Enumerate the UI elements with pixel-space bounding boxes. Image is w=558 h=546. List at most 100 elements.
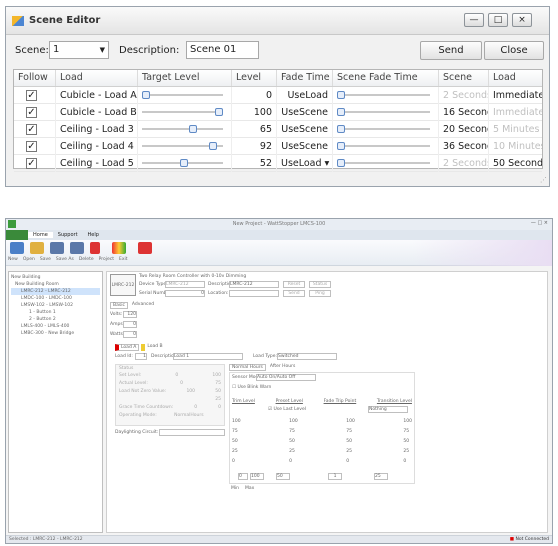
save-button[interactable]: Save bbox=[40, 257, 51, 262]
volts-field[interactable]: 120 bbox=[123, 311, 137, 318]
maximize-button[interactable]: □ bbox=[488, 13, 508, 27]
level-scale[interactable]: 100 75 50 25 0 bbox=[289, 417, 298, 467]
save-as-icon[interactable] bbox=[70, 242, 84, 254]
level-scale[interactable]: 100 75 50 25 0 bbox=[232, 417, 241, 467]
table-row[interactable]: ✓ Ceiling - Load 4 92UseScene 36 Seconds 10 … bbox=[14, 137, 542, 155]
transition-select[interactable]: Nothing bbox=[368, 406, 408, 413]
fade-time-value[interactable]: UseLoad ▾ bbox=[277, 154, 333, 172]
save-as-button[interactable]: Save As bbox=[56, 257, 74, 262]
min-field[interactable]: 0 bbox=[238, 473, 248, 480]
minimize-button[interactable]: — bbox=[464, 13, 484, 27]
fade-time-value[interactable]: UseScene bbox=[277, 137, 333, 155]
scene-fade-slider[interactable] bbox=[333, 120, 439, 138]
tab-home[interactable]: Home bbox=[28, 232, 53, 238]
target-level-slider[interactable] bbox=[138, 137, 232, 155]
col-scene-fade-time[interactable]: Scene Fade Time bbox=[333, 70, 439, 86]
slider-thumb[interactable] bbox=[142, 90, 150, 99]
preset-field[interactable]: 50 bbox=[276, 473, 290, 480]
scene-fade-slider[interactable] bbox=[333, 103, 439, 121]
col-load-delay[interactable]: Load bbox=[489, 70, 542, 86]
tree-item[interactable]: 1 - Button 1 bbox=[11, 309, 100, 316]
slider-thumb[interactable] bbox=[337, 90, 345, 99]
tree-item[interactable]: New Building Room bbox=[11, 281, 100, 288]
level-scale[interactable]: 100 75 50 25 0 bbox=[403, 417, 412, 467]
status-button[interactable]: Status bbox=[309, 281, 331, 288]
blink-warn-checkbox[interactable]: ☐ Use Blink Warn bbox=[232, 385, 271, 390]
exit-button[interactable]: Exit bbox=[119, 257, 128, 262]
open-icon[interactable] bbox=[30, 242, 44, 254]
file-menu-icon[interactable] bbox=[6, 230, 28, 240]
location-field[interactable] bbox=[229, 290, 279, 297]
transition-field[interactable]: 25 bbox=[374, 473, 388, 480]
exit-icon[interactable] bbox=[138, 242, 152, 254]
tree-item[interactable]: LMDC-100 - LMDC-100 bbox=[11, 295, 100, 302]
open-button[interactable]: Open bbox=[23, 257, 35, 262]
target-level-slider[interactable] bbox=[138, 154, 232, 172]
tab-load-a[interactable]: Load A bbox=[115, 344, 140, 351]
send-button[interactable]: Send bbox=[420, 41, 482, 60]
follow-checkbox[interactable]: ✓ bbox=[26, 157, 37, 169]
reset-button[interactable]: Reset bbox=[283, 281, 305, 288]
project-button[interactable]: Project bbox=[99, 257, 114, 262]
tab-load-b[interactable]: Load B bbox=[141, 344, 164, 351]
delete-icon[interactable] bbox=[90, 242, 100, 254]
scene-select[interactable]: 1 ▼ bbox=[49, 41, 109, 59]
tab-after-hours[interactable]: After Hours bbox=[268, 364, 297, 371]
col-level[interactable]: Level bbox=[232, 70, 277, 86]
fade-time-value[interactable]: UseLoad bbox=[277, 86, 333, 104]
follow-checkbox[interactable]: ✓ bbox=[26, 106, 37, 118]
fade-trip-field[interactable]: 1 bbox=[328, 473, 342, 480]
close-button[interactable]: Close bbox=[484, 41, 544, 60]
scene-fade-slider[interactable] bbox=[333, 137, 439, 155]
daylighting-field[interactable] bbox=[159, 429, 225, 436]
col-target-level[interactable]: Target Level bbox=[138, 70, 232, 86]
target-level-slider[interactable] bbox=[138, 120, 232, 138]
tree-item[interactable]: LMSW-102 - LMSW-102 bbox=[11, 302, 100, 309]
slider-thumb[interactable] bbox=[337, 107, 345, 116]
slider-thumb[interactable] bbox=[179, 158, 188, 167]
load-id-field[interactable]: 1 bbox=[135, 353, 147, 360]
follow-checkbox[interactable]: ✓ bbox=[26, 140, 37, 152]
col-fade-time[interactable]: Fade Time bbox=[277, 70, 333, 86]
slider-thumb[interactable] bbox=[337, 141, 345, 150]
watts-field[interactable]: 0 bbox=[123, 331, 137, 338]
fade-time-value[interactable]: UseScene bbox=[277, 103, 333, 121]
slider-thumb[interactable] bbox=[337, 124, 345, 133]
table-row[interactable]: ✓ Ceiling - Load 3 65UseScene 20 Seconds 5 M… bbox=[14, 120, 542, 138]
amps-field[interactable]: 0 bbox=[123, 321, 137, 328]
slider-thumb[interactable] bbox=[215, 107, 223, 116]
max-field[interactable]: 100 bbox=[250, 473, 264, 480]
close-window-button[interactable]: × bbox=[512, 13, 532, 27]
serial-field[interactable]: 0 bbox=[165, 290, 205, 297]
target-level-slider[interactable] bbox=[138, 86, 232, 104]
window-controls[interactable]: — □ × bbox=[531, 220, 548, 226]
level-scale[interactable]: 100 75 50 25 0 bbox=[346, 417, 355, 467]
table-row[interactable]: ✓ Cubicle - Load A 0 UseLoad 2 Seconds Immedi… bbox=[14, 86, 542, 104]
tree-item[interactable]: LMLS-400 - LMLS-400 bbox=[11, 323, 100, 330]
resize-grip-icon[interactable]: ⋰ bbox=[540, 176, 547, 184]
tab-normal-hours[interactable]: Normal Hours bbox=[229, 364, 266, 371]
tree-item[interactable]: LMBC-300 - New Bridge bbox=[11, 330, 100, 337]
tree-item[interactable]: 2 - Button 2 bbox=[11, 316, 100, 323]
scene-fade-slider[interactable] bbox=[333, 154, 439, 172]
ping-button[interactable]: Ping bbox=[309, 290, 331, 297]
slider-thumb[interactable] bbox=[337, 158, 345, 167]
col-load[interactable]: Load bbox=[56, 70, 138, 86]
new-icon[interactable] bbox=[10, 242, 24, 254]
table-row[interactable]: ✓ Ceiling - Load 5 52 UseLoad ▾ 2 Seconds 50 … bbox=[14, 154, 542, 172]
new-button[interactable]: New bbox=[8, 257, 18, 262]
use-last-level-checkbox[interactable]: ☑ Use Last Level bbox=[268, 407, 306, 412]
target-level-slider[interactable] bbox=[138, 103, 232, 121]
description-input[interactable]: Scene 01 bbox=[186, 41, 259, 59]
tab-support[interactable]: Support bbox=[53, 232, 83, 238]
tree-item[interactable]: LMRC-212 - LMRC-212 bbox=[11, 288, 100, 295]
load-type-select[interactable]: Switched bbox=[277, 353, 337, 360]
tab-advanced[interactable]: Advanced bbox=[130, 302, 156, 309]
tab-basic[interactable]: Basic bbox=[110, 302, 128, 309]
slider-thumb[interactable] bbox=[209, 141, 218, 150]
save-icon[interactable] bbox=[50, 242, 64, 254]
slider-thumb[interactable] bbox=[189, 124, 198, 133]
delete-button[interactable]: Delete bbox=[79, 257, 94, 262]
col-scene[interactable]: Scene bbox=[439, 70, 489, 86]
fade-time-value[interactable]: UseScene bbox=[277, 120, 333, 138]
